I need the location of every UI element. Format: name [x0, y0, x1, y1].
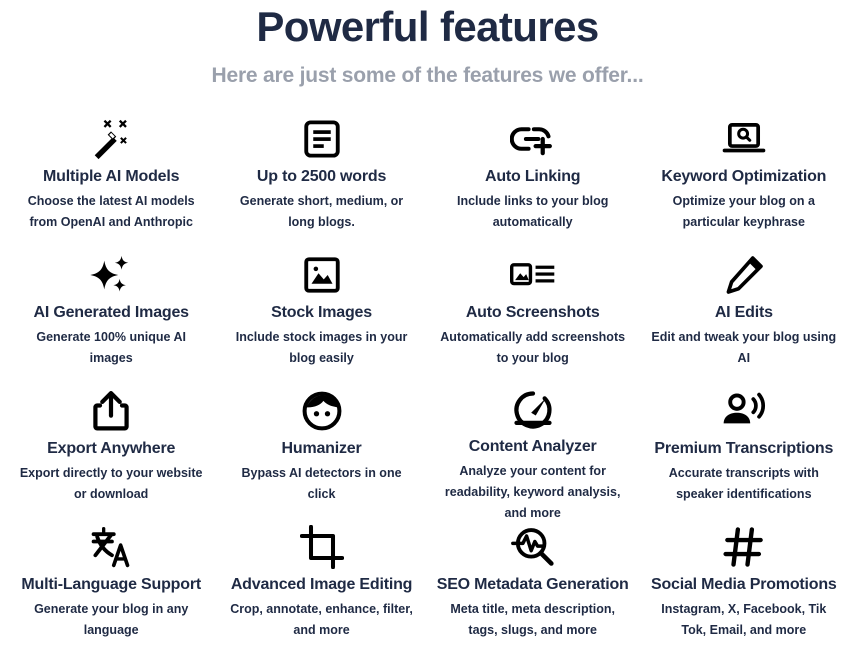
- feature-title: Auto Linking: [484, 168, 581, 185]
- feature-description: Generate your blog in any language: [34, 602, 189, 637]
- magic-wand-icon: [88, 116, 134, 162]
- laptop-search-icon: [721, 116, 767, 162]
- feature-title: Premium Transcriptions: [654, 440, 834, 457]
- feature-description: Export directly to your website or downl…: [19, 466, 203, 501]
- document-lines-icon: [301, 116, 343, 162]
- feature-card[interactable]: AI Generated Images Generate 100% unique …: [6, 252, 216, 388]
- feature-title: Keyword Optimization: [661, 168, 827, 185]
- feature-description: Choose the latest AI models from OpenAI …: [27, 194, 195, 229]
- feature-card[interactable]: Stock Images Include stock images in your…: [216, 252, 426, 388]
- photo-list-icon: [509, 252, 556, 298]
- sparkles-icon: [88, 252, 134, 298]
- feature-description: Analyze your content for readability, ke…: [444, 464, 621, 520]
- feature-title: Multi-Language Support: [21, 576, 201, 593]
- feature-title: Advanced Image Editing: [230, 576, 413, 593]
- feature-card[interactable]: Advanced Image Editing Crop, annotate, en…: [216, 524, 426, 656]
- features-page: Powerful features Here are just some of …: [0, 0, 855, 656]
- feature-title: Up to 2500 words: [256, 168, 387, 185]
- link-plus-icon: [509, 116, 556, 162]
- photo-icon: [301, 252, 343, 298]
- feature-card[interactable]: Multiple AI Models Choose the latest AI m…: [6, 116, 216, 252]
- feature-card[interactable]: Auto Screenshots Automatically add screen…: [427, 252, 639, 388]
- feature-description: Crop, annotate, enhance, filter, and mor…: [230, 602, 413, 637]
- page-subtitle: Here are just some of the features we of…: [211, 64, 644, 87]
- share-export-icon: [89, 388, 133, 434]
- gauge-icon: [511, 388, 555, 432]
- feature-description: Automatically add screenshots to your bl…: [440, 330, 626, 365]
- feature-description: Accurate transcripts with speaker identi…: [668, 466, 819, 501]
- feature-description: Generate 100% unique AI images: [36, 330, 186, 365]
- feature-title: Humanizer: [281, 440, 362, 457]
- search-pulse-icon: [510, 524, 555, 570]
- page-title: Powerful features: [256, 3, 599, 50]
- feature-title: AI Edits: [714, 304, 773, 321]
- feature-description: Bypass AI detectors in one click: [241, 466, 402, 501]
- feature-description: Instagram, X, Facebook, Tik Tok, Email, …: [661, 602, 827, 637]
- feature-title: Export Anywhere: [47, 440, 176, 457]
- feature-card[interactable]: Keyword Optimization Optimize your blog o…: [639, 116, 849, 252]
- feature-card[interactable]: Auto Linking Include links to your blog a…: [427, 116, 639, 252]
- feature-card[interactable]: Export Anywhere Export directly to your w…: [6, 388, 216, 524]
- feature-description: Meta title, meta description, tags, slug…: [450, 602, 615, 637]
- feature-description: Include stock images in your blog easily: [235, 330, 408, 365]
- feature-description: Include links to your blog automatically: [456, 194, 609, 229]
- feature-title: Multiple AI Models: [43, 168, 180, 185]
- feature-description: Edit and tweak your blog using AI: [651, 330, 837, 365]
- feature-description: Optimize your blog on a particular keyph…: [672, 194, 815, 229]
- feature-title: Auto Screenshots: [465, 304, 600, 321]
- feature-card[interactable]: Humanizer Bypass AI detectors in one clic…: [216, 388, 426, 524]
- feature-card[interactable]: Multi-Language Support Generate your blog…: [6, 524, 216, 656]
- pencil-icon: [722, 252, 766, 298]
- feature-title: Social Media Promotions: [650, 576, 837, 593]
- person-speaking-icon: [721, 388, 767, 434]
- feature-card[interactable]: AI Edits Edit and tweak your blog using A…: [639, 252, 849, 388]
- page-header: Powerful features Here are just some of …: [0, 0, 855, 90]
- feature-card[interactable]: Up to 2500 words Generate short, medium, …: [216, 116, 426, 252]
- features-grid: Multiple AI Models Choose the latest AI m…: [0, 116, 855, 656]
- feature-title: SEO Metadata Generation: [436, 576, 629, 593]
- feature-card[interactable]: SEO Metadata Generation Meta title, meta …: [427, 524, 639, 656]
- feature-title: Content Analyzer: [468, 438, 597, 455]
- feature-card[interactable]: Content Analyzer Analyze your content for…: [427, 388, 639, 524]
- translate-icon: [89, 524, 133, 570]
- hashtag-icon: [723, 524, 765, 570]
- feature-card[interactable]: Social Media Promotions Instagram, X, Fac…: [639, 524, 849, 656]
- feature-title: Stock Images: [271, 304, 372, 321]
- feature-title: AI Generated Images: [33, 304, 189, 321]
- face-icon: [300, 388, 344, 434]
- crop-icon: [299, 524, 344, 570]
- feature-description: Generate short, medium, or long blogs.: [239, 194, 404, 229]
- feature-card[interactable]: Premium Transcriptions Accurate transcrip…: [639, 388, 849, 524]
